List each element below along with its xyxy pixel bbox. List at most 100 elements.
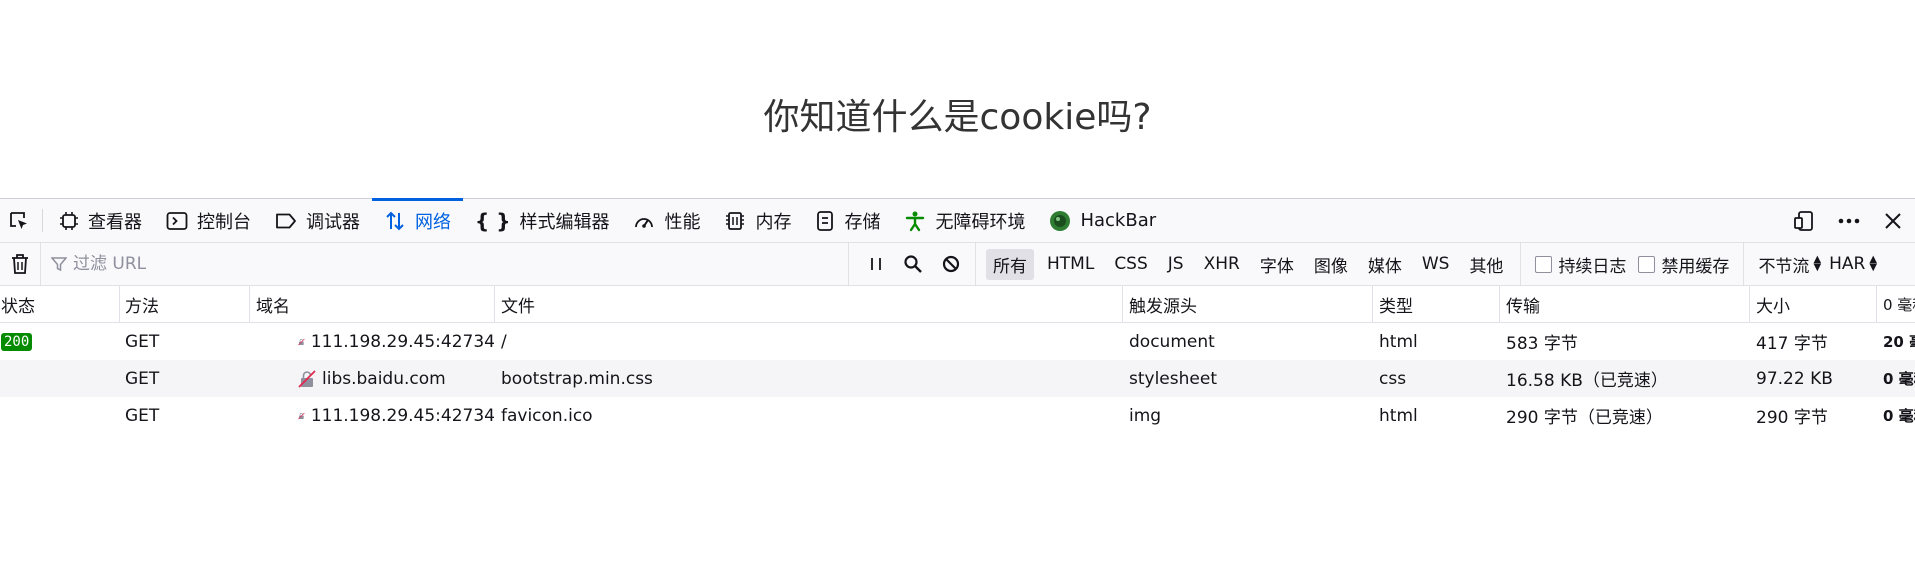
- tab-console[interactable]: 控制台: [154, 199, 263, 242]
- disable-cache-label: 禁用缓存: [1661, 256, 1730, 277]
- type-filter-images[interactable]: 图像: [1307, 249, 1355, 280]
- tab-performance[interactable]: 性能: [621, 199, 712, 242]
- type-cell: css: [1379, 368, 1407, 389]
- throttle-dropdown[interactable]: 不节流 ▲ ▼: [1743, 242, 1822, 286]
- tab-storage[interactable]: 存储: [803, 199, 892, 242]
- transferred-cell: 583 字节: [1506, 334, 1578, 354]
- insecure-lock-icon: [298, 412, 305, 419]
- search-icon[interactable]: [903, 254, 923, 274]
- responsive-design-icon[interactable]: [1793, 210, 1815, 232]
- persist-logs-label: 持续日志: [1558, 256, 1627, 277]
- tab-inspector[interactable]: 查看器: [47, 199, 154, 242]
- type-filter-css[interactable]: CSS: [1107, 251, 1154, 277]
- har-label: HAR: [1829, 254, 1866, 274]
- pause-icon[interactable]: [867, 255, 885, 273]
- insecure-lock-icon: [298, 338, 305, 345]
- column-waterfall[interactable]: 0 毫秒: [1877, 286, 1915, 323]
- type-filter-html[interactable]: HTML: [1040, 251, 1101, 277]
- tab-label: 存储: [844, 211, 881, 233]
- devtools-panel: 查看器 控制台 调试器 网络 { } 样式编辑器 性能 内存 存储 无障碍环境 …: [0, 198, 1915, 579]
- disable-cache-checkbox[interactable]: 禁用缓存: [1638, 252, 1729, 277]
- type-filter-ws[interactable]: WS: [1415, 251, 1457, 277]
- element-picker-icon: [10, 211, 27, 229]
- column-status[interactable]: 状态: [0, 285, 120, 323]
- tab-label: HackBar: [1080, 210, 1157, 231]
- size-cell: 417 字节: [1756, 334, 1828, 354]
- type-filter-xhr[interactable]: XHR: [1197, 251, 1247, 277]
- table-row[interactable]: GET libs.baidu.com bootstrap.min.css sty…: [0, 360, 1915, 397]
- clear-button[interactable]: [0, 253, 40, 275]
- cause-cell: document: [1129, 331, 1215, 352]
- column-file[interactable]: 文件: [495, 285, 1123, 323]
- type-filter-js[interactable]: JS: [1161, 251, 1191, 277]
- column-size[interactable]: 大小: [1750, 285, 1877, 323]
- persist-logs-checkbox[interactable]: 持续日志: [1535, 252, 1626, 277]
- tab-accessibility[interactable]: 无障碍环境: [892, 199, 1037, 242]
- domain-cell: 111.198.29.45:42734: [250, 397, 495, 434]
- tab-label: 调试器: [306, 211, 360, 233]
- element-picker-button[interactable]: [0, 199, 38, 242]
- checkbox-box[interactable]: [1638, 255, 1656, 273]
- type-filter-other[interactable]: 其他: [1462, 249, 1510, 280]
- column-domain[interactable]: 域名: [250, 285, 495, 323]
- network-icon: [386, 211, 404, 230]
- column-type[interactable]: 类型: [1373, 285, 1500, 323]
- performance-icon: [635, 217, 654, 228]
- throttle-value: 不节流: [1758, 256, 1810, 277]
- request-type-filters: 所有 HTML CSS JS XHR 字体 图像 媒体 WS 其他: [975, 242, 1510, 286]
- domain-cell: 111.198.29.45:42734: [250, 323, 495, 360]
- block-icon[interactable]: [941, 254, 961, 274]
- status-badge: 200: [1, 332, 33, 351]
- column-cause[interactable]: 触发源头: [1123, 285, 1373, 323]
- column-transferred[interactable]: 传输: [1500, 285, 1750, 323]
- cause-cell: img: [1129, 405, 1162, 426]
- tab-label: 网络: [415, 211, 451, 233]
- page-title: 你知道什么是cookie吗?: [763, 97, 1152, 138]
- updown-icon: ▲ ▼: [1813, 254, 1822, 273]
- request-table-header: 状态 方法 域名 文件 触发源头 类型 传输 大小 0 毫秒: [0, 285, 1915, 323]
- type-filter-fonts[interactable]: 字体: [1253, 249, 1301, 280]
- file-cell: /: [501, 331, 507, 352]
- close-icon[interactable]: [1883, 211, 1903, 231]
- tab-label: 内存: [755, 211, 792, 233]
- updown-icon: ▲ ▼: [1869, 254, 1878, 273]
- hackbar-icon: [1050, 210, 1071, 231]
- table-row[interactable]: 200 GET 111.198.29.45:42734 / document h…: [0, 323, 1915, 360]
- type-filter-all[interactable]: 所有: [986, 248, 1034, 280]
- console-icon: [166, 211, 188, 230]
- network-toolbar: 所有 HTML CSS JS XHR 字体 图像 媒体 WS 其他 持续日志 禁…: [0, 242, 1915, 286]
- tabbar-right-controls: [1793, 199, 1915, 242]
- toolbar-icon-group: [848, 242, 975, 286]
- domain-text: libs.baidu.com: [322, 368, 446, 389]
- file-cell: favicon.ico: [501, 405, 593, 426]
- method-cell: GET: [125, 405, 160, 426]
- filter-url-input[interactable]: [73, 254, 833, 274]
- tab-network[interactable]: 网络: [372, 198, 463, 242]
- method-cell: GET: [125, 368, 160, 389]
- har-dropdown[interactable]: HAR ▲ ▼: [1821, 243, 1877, 286]
- column-method[interactable]: 方法: [120, 285, 250, 323]
- checkbox-box[interactable]: [1535, 255, 1553, 273]
- more-options-icon[interactable]: [1837, 210, 1861, 232]
- tab-debugger[interactable]: 调试器: [263, 199, 372, 242]
- transferred-cell: 16.58 KB（已竞速）: [1506, 371, 1668, 391]
- table-row[interactable]: GET 111.198.29.45:42734 favicon.ico img …: [0, 397, 1915, 434]
- type-filter-media[interactable]: 媒体: [1361, 249, 1409, 280]
- style-editor-icon: { }: [475, 208, 511, 233]
- accessibility-icon: [906, 211, 925, 231]
- status-cell: [0, 397, 120, 434]
- type-cell: html: [1379, 331, 1418, 352]
- transferred-cell: 290 字节（已竞速）: [1506, 408, 1663, 428]
- tab-memory[interactable]: 内存: [712, 199, 803, 242]
- page-content: 你知道什么是cookie吗?: [0, 0, 1915, 198]
- inspector-icon: [60, 211, 78, 230]
- debugger-icon: [276, 213, 296, 228]
- tab-label: 性能: [664, 211, 701, 233]
- domain-cell: libs.baidu.com: [250, 360, 495, 397]
- time-cell: 0 毫秒: [1883, 370, 1915, 388]
- tab-label: 控制台: [197, 211, 251, 233]
- cause-cell: stylesheet: [1129, 368, 1217, 389]
- filter-url-box: [40, 242, 848, 286]
- tab-style-editor[interactable]: { } 样式编辑器: [463, 199, 621, 242]
- tab-hackbar[interactable]: HackBar: [1037, 199, 1168, 242]
